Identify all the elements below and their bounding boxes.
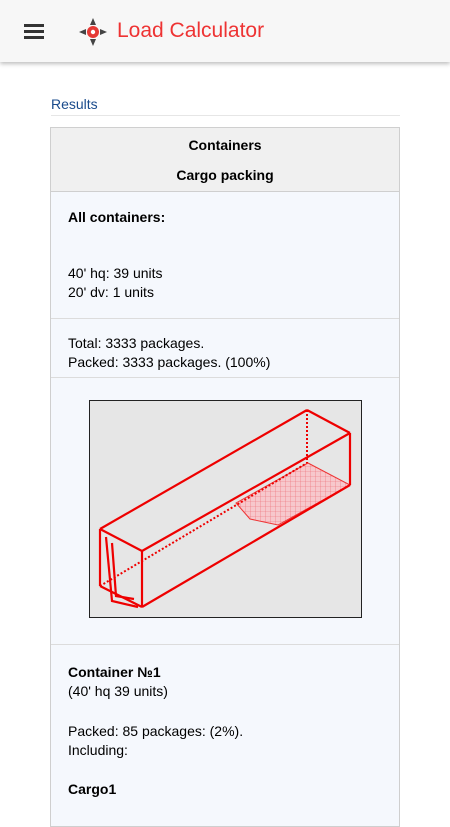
panel-header-subtitle: Cargo packing: [176, 167, 274, 183]
panel-header: Containers Cargo packing: [51, 128, 399, 192]
container-summary-item: 20' dv: 1 units: [68, 284, 154, 300]
divider: [51, 377, 399, 378]
divider: [51, 644, 399, 645]
results-link[interactable]: Results: [51, 96, 98, 112]
container-including: Including:: [68, 742, 128, 758]
menu-icon-bar: [24, 24, 44, 27]
app-title: Load Calculator: [117, 19, 265, 42]
container-title: Container №1: [68, 664, 161, 680]
divider: [51, 318, 399, 319]
divider: [51, 115, 400, 116]
compass-logo-icon: [78, 17, 108, 47]
results-panel: Containers Cargo packing All containers:…: [50, 127, 400, 827]
total-packages: Total: 3333 packages.: [68, 335, 205, 351]
app-bar: Load Calculator: [0, 0, 450, 62]
cargo-name: Cargo1: [68, 781, 117, 797]
menu-button[interactable]: [16, 18, 54, 44]
container-packed: Packed: 85 packages: (2%).: [68, 723, 244, 739]
menu-icon-bar: [24, 36, 44, 39]
all-containers-title: All containers:: [68, 209, 166, 225]
container-summary-item: 40' hq: 39 units: [68, 265, 163, 281]
container-3d-view: [89, 400, 362, 618]
packed-packages: Packed: 3333 packages. (100%): [68, 354, 271, 370]
container-subtitle: (40' hq 39 units): [68, 683, 168, 699]
menu-icon-bar: [24, 30, 44, 33]
panel-header-title: Containers: [188, 137, 262, 153]
